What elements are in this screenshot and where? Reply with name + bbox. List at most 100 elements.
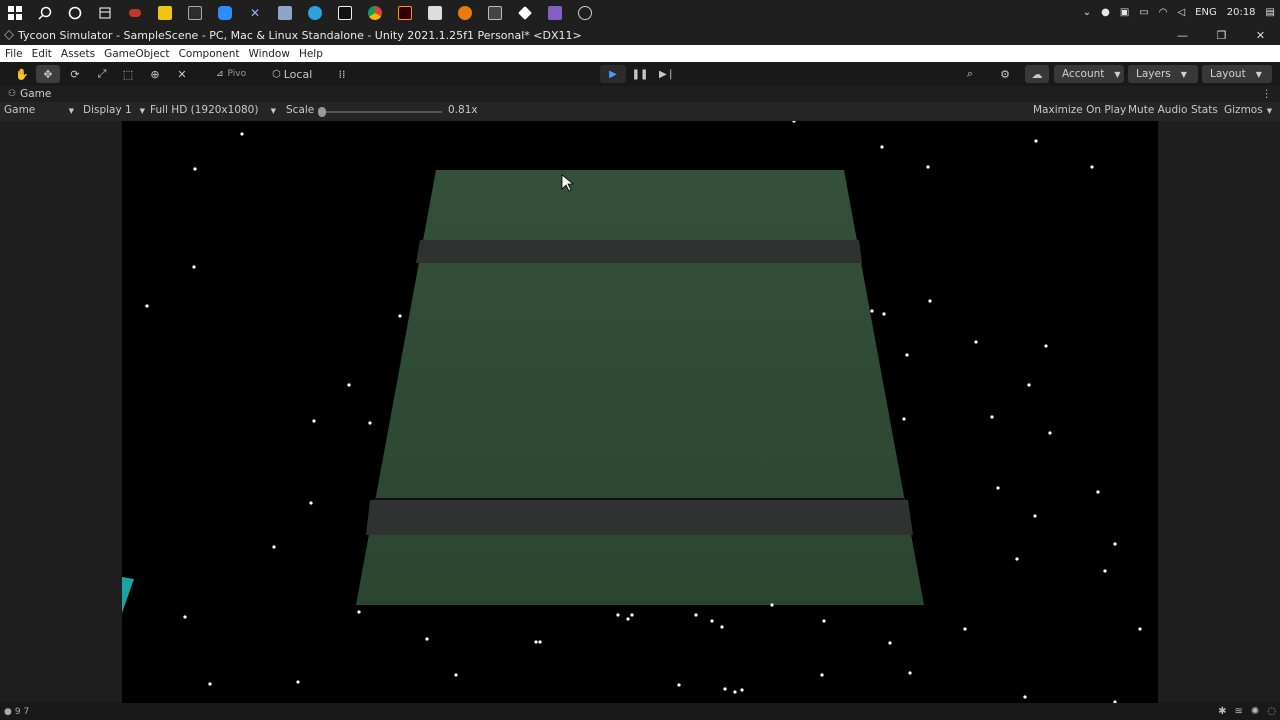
menu-gameobject[interactable]: GameObject xyxy=(104,48,169,60)
restore-button[interactable]: ❐ xyxy=(1202,25,1241,45)
zoom-icon[interactable] xyxy=(210,0,240,25)
play-button[interactable]: ▶ xyxy=(600,65,626,83)
scale-tool-icon[interactable]: ⤢ xyxy=(90,65,114,83)
scale-slider-track[interactable] xyxy=(320,111,442,113)
star xyxy=(347,383,351,387)
road-strip-bottom xyxy=(366,500,913,535)
pause-button[interactable]: ❚❚ xyxy=(627,65,653,83)
game-viewport[interactable] xyxy=(122,121,1158,703)
scale-slider-handle[interactable] xyxy=(318,107,326,117)
telegram-icon[interactable] xyxy=(300,0,330,25)
app-icon[interactable] xyxy=(120,0,150,25)
star xyxy=(902,417,906,421)
bug-icon[interactable]: ✺ xyxy=(1251,706,1259,717)
progress-icon[interactable]: ◌ xyxy=(1267,706,1276,717)
app-icon[interactable]: ✕ xyxy=(240,0,270,25)
local-toggle[interactable]: ⬡ Local xyxy=(268,65,318,83)
chrome-icon[interactable] xyxy=(360,0,390,25)
custom-tool-icon[interactable]: ✕ xyxy=(170,65,194,83)
account-dropdown[interactable]: Account ▼ xyxy=(1054,65,1124,83)
windows-start-icon[interactable] xyxy=(0,0,30,25)
network-icon[interactable]: ▣ xyxy=(1120,7,1129,18)
display-dropdown[interactable]: Display 1 ▼ xyxy=(83,104,145,116)
pycharm-icon[interactable] xyxy=(330,0,360,25)
star xyxy=(309,501,313,505)
file-explorer-icon[interactable] xyxy=(150,0,180,25)
app-icon[interactable] xyxy=(570,0,600,25)
account-label: Account xyxy=(1062,68,1105,80)
chevron-down-icon: ▼ xyxy=(68,107,74,115)
star xyxy=(1027,383,1031,387)
hand-tool-icon[interactable]: ✋ xyxy=(10,65,34,83)
unity-icon[interactable] xyxy=(510,0,540,25)
menu-file[interactable]: File xyxy=(5,48,23,60)
terminal-icon[interactable] xyxy=(180,0,210,25)
gizmos-label: Gizmos xyxy=(1224,104,1263,116)
menu-edit[interactable]: Edit xyxy=(32,48,52,60)
microphone-icon[interactable]: ● xyxy=(1101,7,1110,18)
close-button[interactable]: ✕ xyxy=(1241,25,1280,45)
grid-snap-icon[interactable]: ⁞⁞ xyxy=(330,65,354,83)
maximize-on-play-toggle[interactable]: Maximize On Play xyxy=(1033,104,1126,116)
app-icon[interactable] xyxy=(480,0,510,25)
battery-icon[interactable]: ▭ xyxy=(1139,7,1148,18)
layout-dropdown[interactable]: Layout ▼ xyxy=(1202,65,1272,83)
rect-tool-icon[interactable]: ⬚ xyxy=(116,65,140,83)
volume-icon[interactable]: ◁ xyxy=(1177,7,1185,18)
layers-icon[interactable]: ≋ xyxy=(1234,706,1242,717)
debug-icon[interactable]: ✱ xyxy=(1218,706,1226,717)
blender-icon[interactable] xyxy=(450,0,480,25)
star xyxy=(1023,695,1027,699)
notifications-icon[interactable]: ▤ xyxy=(1266,7,1275,18)
transform-tool-icon[interactable]: ⊕ xyxy=(143,65,167,83)
resolution-dropdown[interactable]: Full HD (1920x1080) ▼ xyxy=(150,104,276,116)
star xyxy=(1034,139,1038,143)
collab-icon[interactable]: ⚙ xyxy=(993,65,1017,83)
star xyxy=(626,617,630,621)
star xyxy=(792,121,796,123)
cloud-icon[interactable]: ☁ xyxy=(1025,65,1049,83)
rotate-tool-icon[interactable]: ⟳ xyxy=(63,65,87,83)
local-icon: ⬡ xyxy=(272,68,281,80)
star xyxy=(720,625,724,629)
wifi-icon[interactable]: ◠ xyxy=(1159,7,1168,18)
pivot-toggle[interactable]: ⊿ Pivo xyxy=(212,65,254,83)
language-indicator[interactable]: ENG xyxy=(1195,7,1217,18)
star xyxy=(454,673,458,677)
star xyxy=(963,627,967,631)
gizmos-dropdown[interactable]: Gizmos ▼ xyxy=(1224,104,1272,116)
star xyxy=(820,673,824,677)
illustrator-icon[interactable] xyxy=(390,0,420,25)
search-icon[interactable]: ⌕ xyxy=(958,65,982,83)
star xyxy=(145,304,149,308)
search-icon[interactable] xyxy=(30,0,60,25)
minimize-button[interactable]: — xyxy=(1163,25,1202,45)
local-label: Local xyxy=(283,67,313,81)
mute-audio-toggle[interactable]: Mute Audio xyxy=(1128,104,1187,116)
step-button[interactable]: ▶❘ xyxy=(654,65,680,83)
cortana-icon[interactable] xyxy=(60,0,90,25)
game-mode-dropdown[interactable]: Game ▼ xyxy=(4,104,74,116)
more-options-icon[interactable]: ⋮ xyxy=(1262,88,1273,100)
menu-window[interactable]: Window xyxy=(249,48,290,60)
menu-component[interactable]: Component xyxy=(179,48,240,60)
task-view-icon[interactable] xyxy=(90,0,120,25)
chevron-up-icon[interactable]: ⌄ xyxy=(1083,7,1091,18)
stats-toggle[interactable]: Stats xyxy=(1191,104,1218,116)
menu-assets[interactable]: Assets xyxy=(61,48,95,60)
star xyxy=(1113,542,1117,546)
notes-icon[interactable] xyxy=(270,0,300,25)
menu-help[interactable]: Help xyxy=(299,48,323,60)
star xyxy=(996,486,1000,490)
clock[interactable]: 20:18 xyxy=(1227,7,1256,18)
layers-dropdown[interactable]: Layers ▼ xyxy=(1128,65,1198,83)
tab-game[interactable]: Game xyxy=(20,88,51,100)
star xyxy=(822,619,826,623)
star xyxy=(192,265,196,269)
cyan-object xyxy=(122,577,134,613)
star xyxy=(677,683,681,687)
app-icon[interactable] xyxy=(420,0,450,25)
move-tool-icon[interactable]: ✥ xyxy=(36,65,60,83)
visual-studio-icon[interactable] xyxy=(540,0,570,25)
star xyxy=(974,340,978,344)
